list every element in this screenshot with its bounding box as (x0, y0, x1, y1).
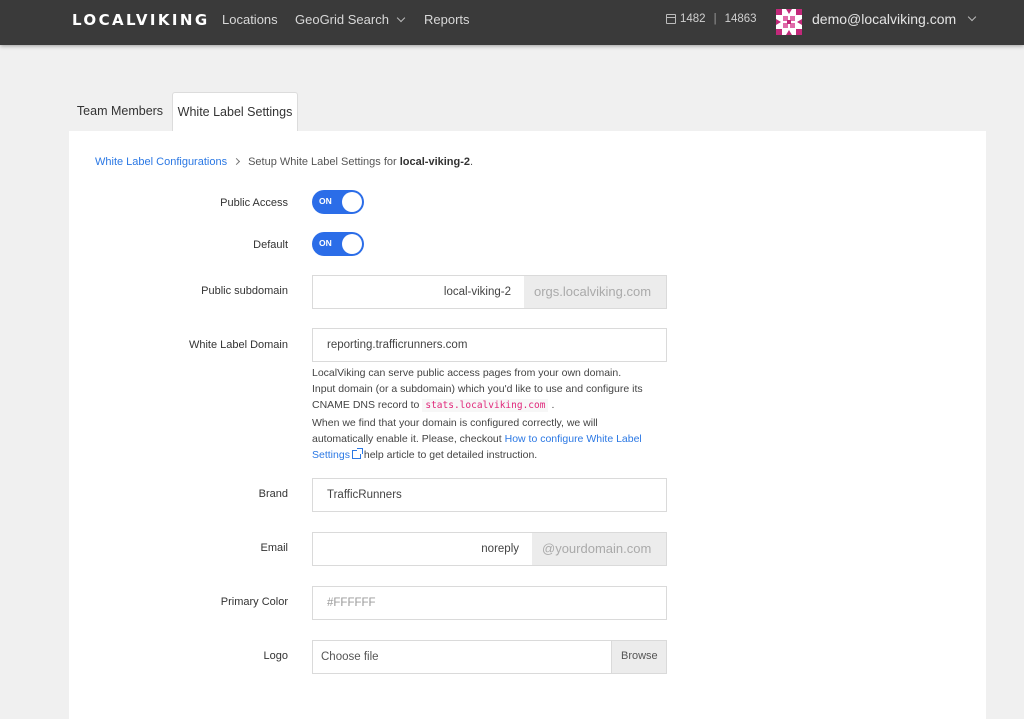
breadcrumb-end: . (470, 156, 474, 168)
help-line-3-end: . (551, 399, 555, 412)
breadcrumb: White Label Configurations Setup White La… (95, 156, 473, 168)
user-menu-chevron-icon[interactable] (967, 12, 977, 22)
logo-file-input[interactable]: Choose file Browse (312, 640, 667, 674)
credits-first: 1482 (680, 13, 706, 25)
nav-reports[interactable]: Reports (424, 12, 470, 27)
credits-second: 14863 (724, 13, 757, 25)
help-line-5: automatically enable it. Please, checkou… (312, 432, 505, 445)
breadcrumb-text: Setup White Label Settings for (248, 156, 400, 168)
white-label-help-text: LocalViking can serve public access page… (312, 365, 672, 463)
chevron-right-icon (233, 157, 241, 166)
tab-white-label-settings[interactable]: White Label Settings (172, 92, 298, 132)
cname-target: stats.localviking.com (422, 399, 549, 413)
white-label-domain-value: reporting.trafficrunners.com (327, 339, 468, 351)
primary-color-input[interactable]: #FFFFFF (312, 586, 667, 620)
toggle-state-text: ON (319, 196, 332, 206)
email-label: Email (260, 542, 288, 554)
public-access-toggle[interactable]: ON (312, 190, 364, 214)
chevron-down-icon (396, 13, 406, 23)
user-email[interactable]: demo@localviking.com (812, 11, 956, 27)
external-link-icon (351, 448, 363, 460)
breadcrumb-org: local-viking-2 (399, 156, 471, 168)
app-logo[interactable]: LOCALVIKING (72, 11, 210, 29)
brand-input[interactable]: TrafficRunners (312, 478, 667, 512)
email-group: noreply @yourdomain.com (312, 532, 667, 566)
primary-color-label: Primary Color (220, 596, 288, 608)
toggle-knob (342, 192, 362, 212)
brand-label: Brand (258, 488, 288, 500)
help-line-1: LocalViking can serve public access page… (312, 367, 622, 379)
white-label-domain-label: White Label Domain (188, 339, 288, 351)
primary-color-placeholder: #FFFFFF (327, 597, 376, 609)
toggle-knob (342, 234, 362, 254)
public-subdomain-label: Public subdomain (201, 285, 288, 297)
logo-file-placeholder: Choose file (321, 651, 379, 663)
credits-separator: | (713, 13, 717, 25)
help-line-6: help article to get detailed instruction… (360, 449, 538, 462)
help-line-2: Input domain (or a subdomain) which you'… (312, 383, 643, 396)
subdomain-suffix: orgs.localviking.com (524, 276, 666, 308)
tab-team-members[interactable]: Team Members (69, 92, 171, 132)
default-toggle[interactable]: ON (312, 232, 364, 256)
breadcrumb-link-white-label-configurations[interactable]: White Label Configurations (95, 156, 227, 168)
help-line-4: When we find that your domain is configu… (312, 416, 598, 429)
top-navbar: LOCALVIKING Locations GeoGrid Search Rep… (0, 0, 1024, 45)
default-label: Default (253, 239, 288, 251)
help-line-3: CNAME DNS record to (312, 399, 420, 412)
public-access-label: Public Access (220, 197, 288, 209)
white-label-domain-input[interactable]: reporting.trafficrunners.com (312, 328, 667, 362)
browse-button[interactable]: Browse (611, 641, 666, 673)
public-subdomain-group: local-viking-2 orgs.localviking.com (312, 275, 667, 309)
brand-value: TrafficRunners (327, 489, 402, 501)
avatar[interactable] (776, 9, 802, 35)
public-subdomain-input[interactable]: local-viking-2 (313, 276, 525, 308)
credits-counter: 1482 | 14863 (666, 13, 757, 25)
email-input[interactable]: noreply (313, 533, 533, 565)
toggle-state-text: ON (319, 238, 332, 248)
logo-label: Logo (263, 650, 288, 662)
email-domain-suffix: @yourdomain.com (532, 533, 666, 565)
nav-geogrid-search[interactable]: GeoGrid Search (295, 12, 406, 27)
nav-locations[interactable]: Locations (222, 12, 278, 27)
calendar-icon (666, 14, 676, 24)
nav-geogrid-label: GeoGrid Search (295, 12, 389, 27)
